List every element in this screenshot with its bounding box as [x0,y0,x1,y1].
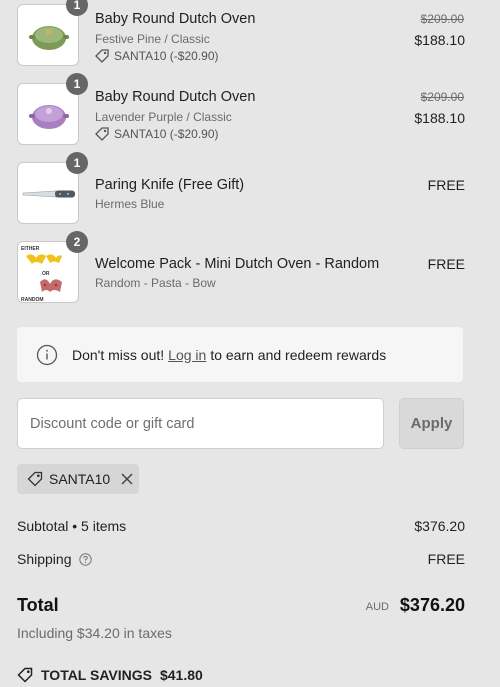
tag-icon [95,127,109,141]
tag-icon [27,471,43,487]
product-thumbnail: 1 [17,73,88,145]
item-price: FREE [427,177,465,193]
product-title: Welcome Pack - Mini Dutch Oven - Random [95,256,380,272]
item-discount-text: SANTA10 (-$20.90) [114,49,219,63]
login-link[interactable]: Log in [168,347,206,363]
product-title: Baby Round Dutch Oven [95,89,256,105]
thumb-text-top: EITHER [21,246,40,252]
total-savings: TOTAL SAVINGS $41.80 [17,667,203,683]
item-discount-text: SANTA10 (-$20.90) [114,127,219,141]
total-amount: $376.20 [399,595,465,615]
apply-button[interactable]: Apply [399,398,464,449]
subtotal-row: Subtotal • 5 items $376.20 [17,518,465,534]
info-icon [36,344,58,365]
original-price: $209.00 [420,12,464,26]
taxes-note: Including $34.20 in taxes [17,625,172,641]
savings-label: TOTAL SAVINGS [41,667,152,683]
item-price: $188.10 [414,32,465,48]
notice-prefix: Don't miss out! [72,346,165,363]
original-price: $209.00 [420,90,464,104]
quantity-badge: 2 [66,231,88,253]
product-thumbnail: 1 [17,152,88,224]
item-price: FREE [427,256,465,272]
currency-code: AUD [365,601,389,613]
discount-code-input[interactable] [17,398,384,449]
rewards-notice: Don't miss out! Log in to earn and redee… [17,327,463,382]
product-variant: Random - Pasta - Bow [95,276,216,290]
shipping-value: FREE [427,551,465,567]
notice-suffix: to earn and redeem rewards [210,346,387,363]
product-thumbnail: EITHER OR RANDOM 2 [17,231,88,303]
tag-icon [95,49,109,63]
tag-icon [17,667,33,683]
quantity-badge: 1 [66,0,88,16]
shipping-label: Shipping [17,551,72,567]
thumb-text-mid: OR [42,271,50,277]
item-discount: SANTA10 (-$20.90) [95,49,219,63]
savings-value: $41.80 [159,667,203,683]
product-thumbnail: 1 [17,0,88,66]
remove-discount-icon[interactable] [120,472,134,486]
item-discount: SANTA10 (-$20.90) [95,127,219,141]
product-variant: Festive Pine / Classic [95,32,210,46]
product-variant: Hermes Blue [95,197,165,211]
product-title: Paring Knife (Free Gift) [95,177,245,193]
applied-code: SANTA10 [49,471,111,487]
help-icon[interactable] [79,553,93,566]
subtotal-value: $376.20 [414,518,465,534]
total-label: Total [17,595,59,615]
shipping-row: Shipping FREE [17,551,465,567]
applied-discount-chip: SANTA10 [17,464,139,494]
item-price: $188.10 [414,110,465,126]
quantity-badge: 1 [66,73,88,95]
subtotal-label: Subtotal • 5 items [17,518,127,534]
product-title: Baby Round Dutch Oven [95,11,256,27]
product-variant: Lavender Purple / Classic [95,110,232,124]
quantity-badge: 1 [66,152,88,174]
thumb-text-bottom: RANDOM [21,297,44,303]
